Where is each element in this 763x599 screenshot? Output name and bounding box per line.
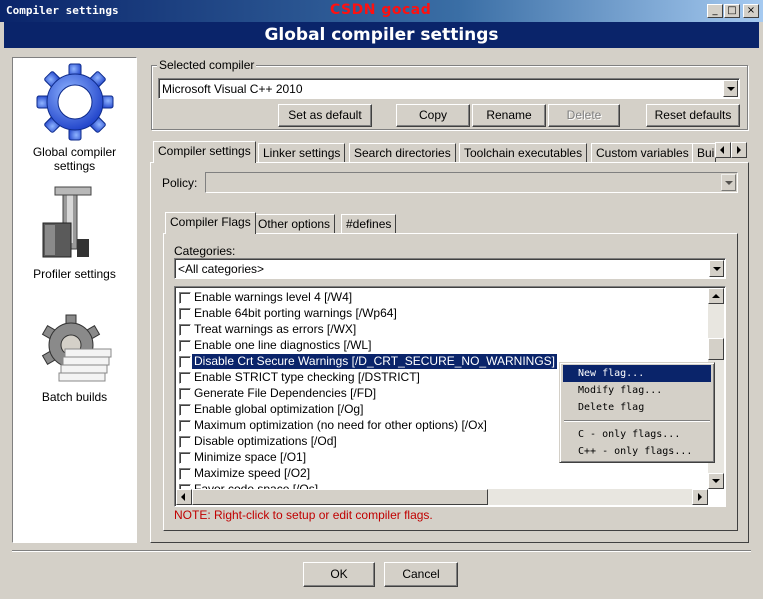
- sidebar-item-label[interactable]: Profiler settings: [13, 267, 136, 281]
- horizontal-scrollbar[interactable]: [176, 489, 708, 505]
- menu-item-modify-flag[interactable]: Modify flag...: [563, 382, 711, 399]
- tab-toolchain-executables[interactable]: Toolchain executables: [459, 143, 588, 163]
- scroll-down-icon[interactable]: [708, 473, 724, 489]
- sidebar-item-batch-builds[interactable]: [35, 313, 115, 388]
- checkbox[interactable]: [179, 452, 191, 464]
- gear-icon: [36, 63, 114, 141]
- context-menu: New flag... Modify flag... Delete flag C…: [559, 362, 715, 463]
- tab-scroll-right-icon[interactable]: [731, 142, 747, 158]
- sidebar: Global compiler settings Profiler settin…: [12, 57, 137, 543]
- checkbox[interactable]: [179, 372, 191, 384]
- checkbox[interactable]: [179, 324, 191, 336]
- menu-item-c-only-flags[interactable]: C - only flags...: [563, 426, 711, 443]
- scroll-left-icon[interactable]: [176, 489, 192, 505]
- menu-separator: [564, 420, 710, 422]
- caliper-icon: [42, 186, 92, 258]
- checkbox[interactable]: [179, 356, 191, 368]
- page-title: Global compiler settings: [4, 22, 759, 48]
- rename-button[interactable]: Rename: [472, 104, 546, 127]
- tab-defines[interactable]: #defines: [341, 214, 397, 234]
- checkbox[interactable]: [179, 340, 191, 352]
- note-text: NOTE: Right-click to setup or edit compi…: [174, 508, 433, 522]
- delete-button[interactable]: Delete: [548, 104, 620, 127]
- policy-select[interactable]: [205, 172, 738, 193]
- tab-other-options[interactable]: Other options: [253, 214, 336, 234]
- compiler-select[interactable]: Microsoft Visual C++ 2010: [158, 78, 740, 99]
- sidebar-item-profiler[interactable]: [33, 183, 113, 261]
- checkbox[interactable]: [179, 468, 191, 480]
- compiler-select-value: Microsoft Visual C++ 2010: [162, 82, 303, 96]
- tab-custom-variables[interactable]: Custom variables: [591, 143, 694, 163]
- tab-compiler-flags[interactable]: Compiler Flags: [165, 212, 256, 234]
- minimize-button[interactable]: _: [707, 4, 723, 18]
- checkbox[interactable]: [179, 404, 191, 416]
- footer-divider: [12, 550, 751, 552]
- menu-item-delete-flag[interactable]: Delete flag: [563, 399, 711, 416]
- sidebar-item-label[interactable]: Global compiler settings: [13, 145, 136, 173]
- categories-label: Categories:: [174, 244, 236, 258]
- tab-search-directories[interactable]: Search directories: [349, 143, 456, 163]
- chevron-down-icon[interactable]: [709, 260, 724, 277]
- group-label: Selected compiler: [157, 58, 257, 72]
- chevron-down-icon[interactable]: [721, 174, 736, 191]
- checkbox[interactable]: [179, 436, 191, 448]
- set-as-default-button[interactable]: Set as default: [278, 104, 372, 127]
- sidebar-item-label[interactable]: Batch builds: [13, 390, 136, 404]
- tab-build-options[interactable]: Bui: [692, 143, 716, 163]
- gear-stack-icon: [41, 314, 112, 382]
- categories-select[interactable]: <All categories>: [174, 258, 726, 279]
- tab-scroll-left-icon[interactable]: [715, 142, 731, 158]
- checkbox[interactable]: [179, 420, 191, 432]
- watermark-text: CSDN gocad: [330, 2, 432, 18]
- menu-item-new-flag[interactable]: New flag...: [563, 365, 711, 382]
- checkbox[interactable]: [179, 292, 191, 304]
- tab-compiler-settings[interactable]: Compiler settings: [153, 141, 256, 163]
- tab-linker-settings[interactable]: Linker settings: [258, 143, 346, 163]
- copy-button[interactable]: Copy: [396, 104, 470, 127]
- scroll-right-icon[interactable]: [692, 489, 708, 505]
- chevron-down-icon[interactable]: [723, 80, 738, 97]
- reset-defaults-button[interactable]: Reset defaults: [646, 104, 740, 127]
- ok-button[interactable]: OK: [303, 562, 375, 587]
- vertical-scroll-thumb[interactable]: [708, 338, 724, 360]
- scroll-up-icon[interactable]: [708, 288, 724, 304]
- sidebar-item-global-compiler[interactable]: [33, 62, 117, 142]
- maximize-button[interactable]: □: [724, 4, 740, 18]
- policy-label: Policy:: [162, 176, 198, 190]
- checkbox[interactable]: [179, 388, 191, 400]
- categories-select-value: <All categories>: [178, 262, 265, 276]
- cancel-button[interactable]: Cancel: [384, 562, 458, 587]
- checkbox[interactable]: [179, 308, 191, 320]
- close-button[interactable]: ×: [743, 4, 759, 18]
- title-bar[interactable]: Compiler settings CSDN gocad _ □ ×: [0, 0, 763, 22]
- window-title: Compiler settings: [6, 4, 119, 17]
- menu-item-cpp-only-flags[interactable]: C++ - only flags...: [563, 443, 711, 460]
- horizontal-scroll-thumb[interactable]: [192, 489, 488, 505]
